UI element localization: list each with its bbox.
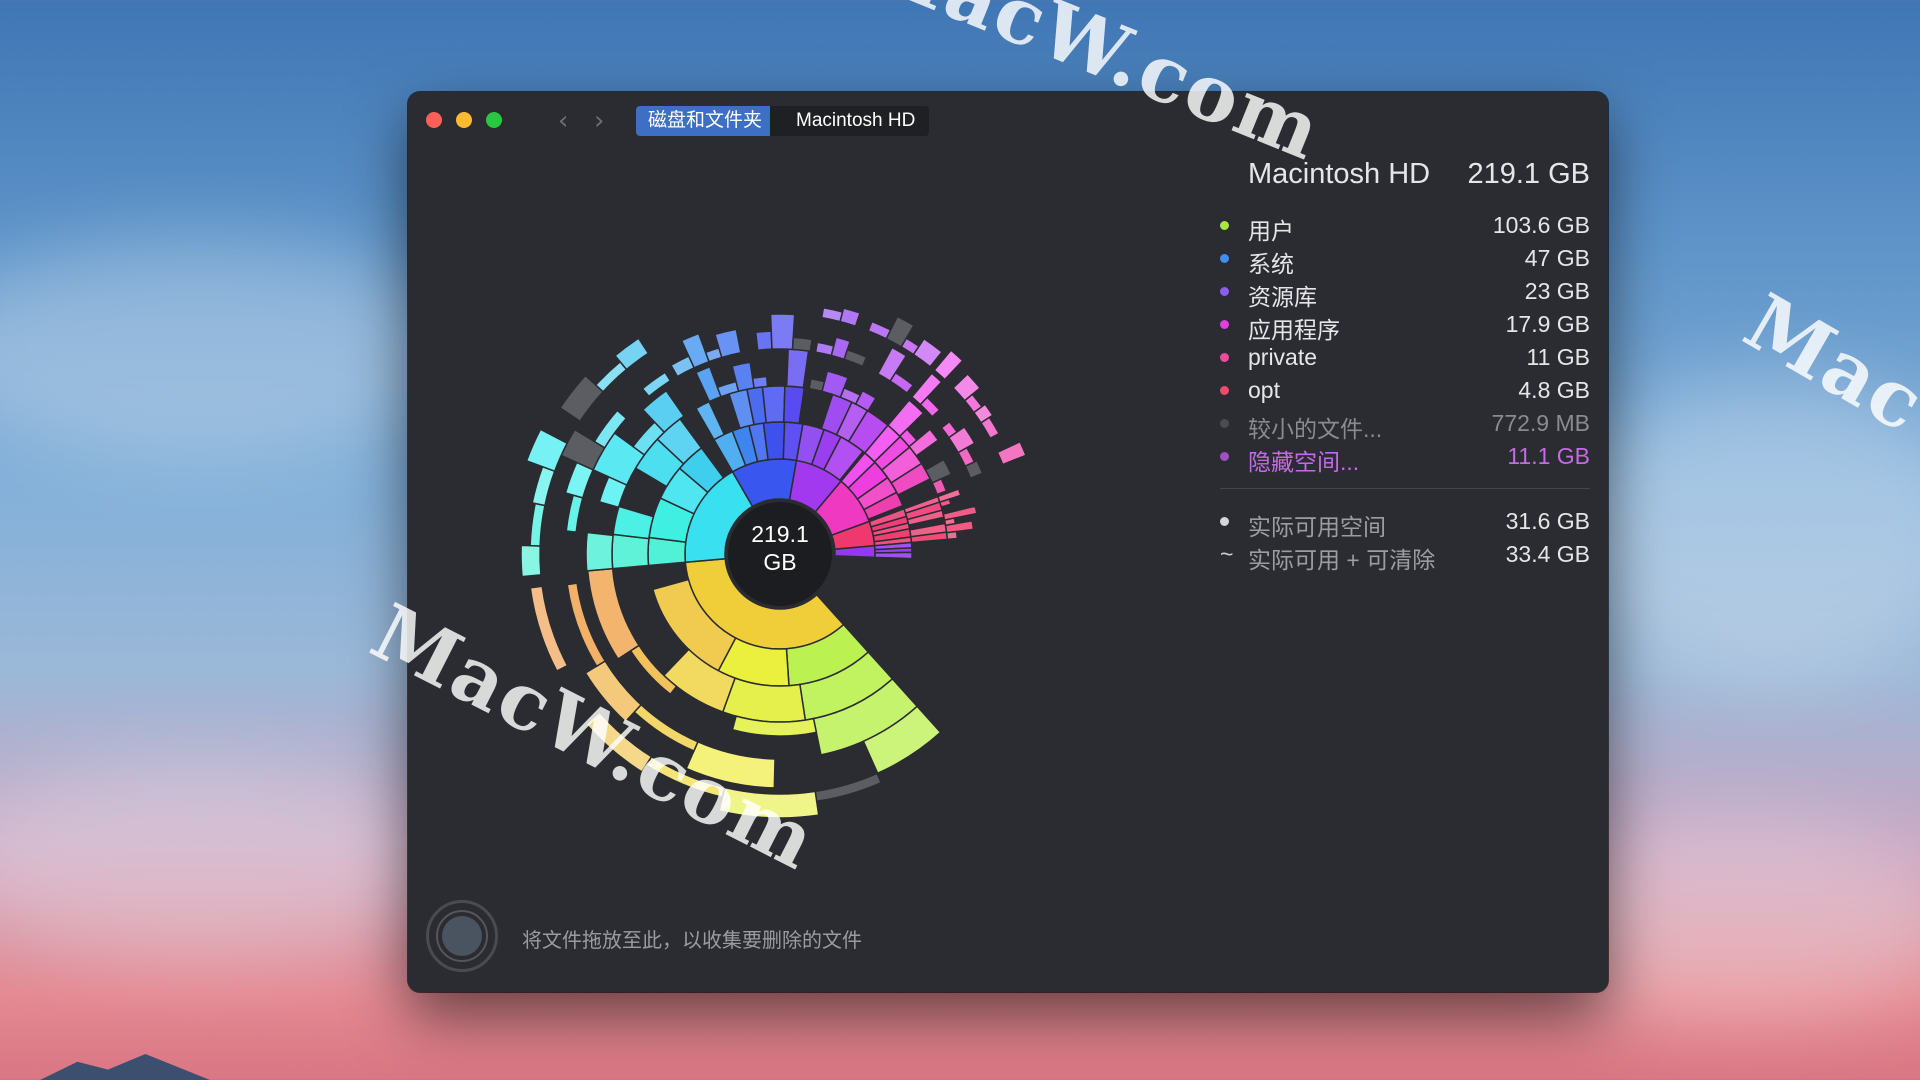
background-cloud (0, 760, 460, 960)
system-segment-child[interactable] (529, 502, 546, 547)
legend-item-library[interactable]: 资源库 23 GB (1220, 276, 1590, 310)
available-purgeable-label: 实际可用 + 可清除 (1248, 547, 1436, 573)
system-segment-child[interactable] (565, 494, 584, 533)
legend-value: 17.9 GB (1505, 311, 1590, 337)
library-segment-child[interactable] (694, 400, 726, 441)
system-segment-child[interactable] (611, 533, 650, 570)
library-segment-child[interactable] (762, 421, 786, 461)
available-purgeable-row: ~ 实际可用 + 可清除 33.4 GB (1220, 539, 1590, 573)
legend-value: 11 GB (1526, 344, 1591, 370)
legend-dot (1220, 254, 1229, 263)
legend-item-opt[interactable]: opt 4.8 GB (1220, 375, 1590, 405)
available-dot-icon (1220, 517, 1229, 526)
legend-label: private (1248, 344, 1318, 370)
legend-dot (1220, 320, 1229, 329)
app-window: ‹ › 磁盘和文件夹 Macintosh HD 219.1 GB Macinto… (408, 92, 1608, 992)
approx-tilde-icon: ~ (1220, 541, 1234, 567)
available-purgeable-value: 33.4 GB (1505, 541, 1590, 567)
library-segment-child[interactable] (783, 385, 806, 425)
collector-icon (442, 916, 482, 956)
private-segment-child[interactable] (952, 372, 982, 402)
chart-center-unit: GB (763, 549, 797, 575)
private-segment-child[interactable] (908, 428, 940, 457)
system-segment-child[interactable] (520, 544, 542, 578)
library-segment-child[interactable] (769, 313, 796, 351)
legend-value: 11.1 GB (1507, 443, 1590, 469)
legend-label: 较小的文件... (1248, 416, 1383, 442)
system-segment-child[interactable] (531, 465, 556, 507)
system-segment-child[interactable] (612, 505, 655, 540)
hidden-space-segment-child[interactable] (874, 551, 913, 560)
system-segment-child[interactable] (525, 428, 569, 473)
private-segment-child[interactable] (996, 440, 1027, 466)
legend-label: 隐藏空间... (1248, 449, 1360, 475)
divider (1220, 488, 1590, 489)
legend-item-private[interactable]: private 11 GB (1220, 342, 1590, 372)
chart-center-label[interactable]: 219.1 GB (730, 520, 830, 576)
legend-dot (1220, 221, 1229, 230)
library-segment-child[interactable] (761, 385, 786, 424)
users-segment-child[interactable] (814, 772, 883, 803)
legend-dot (1220, 353, 1229, 362)
library-segment-child[interactable] (754, 330, 773, 352)
system-segment-child[interactable] (594, 360, 628, 393)
applications-segment-child[interactable] (839, 307, 861, 328)
opt-segment-child[interactable] (945, 530, 959, 541)
legend-item-system[interactable]: 系统 47 GB (1220, 243, 1590, 277)
legend-label: opt (1248, 377, 1280, 403)
opt-segment-child[interactable] (942, 505, 978, 521)
legend-item-users[interactable]: 用户 103.6 GB (1220, 210, 1590, 244)
applications-segment-child[interactable] (843, 348, 868, 368)
legend-dot (1220, 287, 1229, 296)
background-mountain (40, 1054, 210, 1080)
legend-label: 资源库 (1248, 284, 1317, 310)
legend-label: 应用程序 (1248, 317, 1340, 343)
applications-segment-child[interactable] (820, 306, 844, 323)
legend-value: 23 GB (1524, 278, 1590, 304)
legend-dot (1220, 386, 1229, 395)
library-segment-child[interactable] (694, 365, 722, 403)
legend-item-smaller-files[interactable]: 较小的文件... 772.9 MB (1220, 408, 1590, 442)
legend-dot (1220, 452, 1229, 461)
legend-dot (1220, 419, 1229, 428)
legend-label: 用户 (1248, 218, 1294, 244)
chart-center-value: 219.1 (751, 521, 809, 547)
available-space-row: 实际可用空间 31.6 GB (1220, 506, 1590, 540)
system-segment-child[interactable] (585, 531, 614, 572)
legend-value: 4.8 GB (1518, 377, 1590, 403)
users-segment-child[interactable] (721, 677, 807, 723)
legend-value: 47 GB (1524, 245, 1590, 271)
applications-segment-child[interactable] (889, 371, 915, 395)
legend-item-applications[interactable]: 应用程序 17.9 GB (1220, 309, 1590, 343)
legend-value: 103.6 GB (1492, 212, 1590, 238)
available-space-label: 实际可用空间 (1248, 514, 1386, 540)
legend-value: 772.9 MB (1491, 410, 1590, 436)
system-segment-child[interactable] (559, 374, 605, 423)
available-space-value: 31.6 GB (1505, 508, 1590, 534)
library-segment-child[interactable] (791, 336, 813, 353)
disk-total: 219.1 GB (1467, 158, 1590, 190)
applications-segment-child[interactable] (912, 337, 944, 368)
legend-item-hidden-space[interactable]: 隐藏空间... 11.1 GB (1220, 441, 1590, 475)
library-segment-child[interactable] (785, 348, 810, 389)
private-segment-child[interactable] (979, 416, 1001, 440)
drop-hint-text: 将文件拖放至此，以收集要删除的文件 (522, 930, 862, 952)
library-segment-child[interactable] (751, 375, 769, 389)
legend-label: 系统 (1248, 251, 1294, 277)
